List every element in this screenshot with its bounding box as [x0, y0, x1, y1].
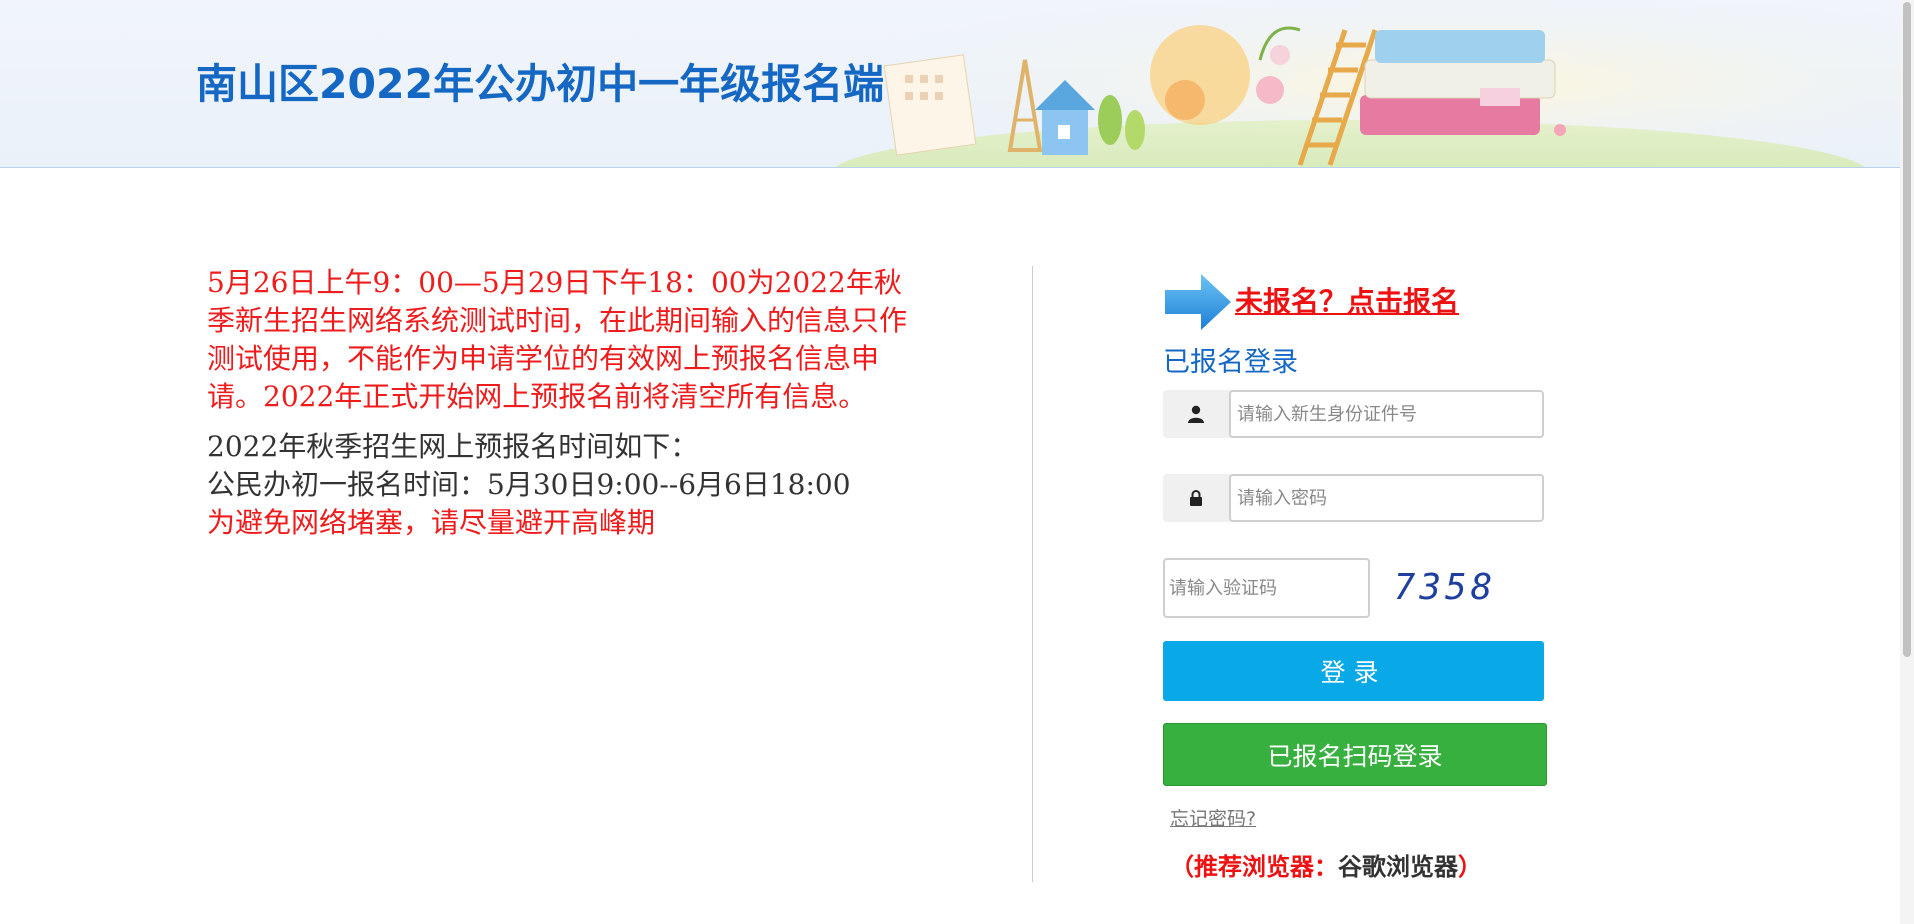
header-illustration [800, 0, 1900, 167]
page: 南山区2022年公办初中一年级报名端 5月26日上午9：00—5月29日下午18… [0, 0, 1914, 924]
captcha-image[interactable]: 7358 [1385, 560, 1505, 615]
id-input-group [1163, 390, 1544, 438]
arrow-right-icon [1165, 274, 1231, 330]
forgot-password-link[interactable]: 忘记密码? [1170, 804, 1256, 831]
vertical-divider [1032, 266, 1033, 882]
captcha-code: 7358 [1393, 567, 1497, 608]
register-link[interactable]: 未报名？点击报名 [1235, 280, 1459, 320]
page-title: 南山区2022年公办初中一年级报名端 [196, 60, 885, 108]
user-icon [1163, 390, 1229, 438]
page-scrollbar[interactable] [1900, 0, 1914, 924]
login-heading: 已报名登录 [1163, 347, 1298, 378]
congestion-tip: 为避免网络堵塞，请尽量避开高峰期 [207, 506, 656, 539]
login-button[interactable]: 登录 [1163, 641, 1544, 701]
tip-close-paren: ） [1458, 853, 1482, 881]
tip-open-paren: （ [1170, 853, 1194, 881]
header-banner: 南山区2022年公办初中一年级报名端 [0, 0, 1900, 168]
captcha-input[interactable] [1163, 558, 1370, 618]
test-period-notice: 5月26日上午9：00—5月29日下午18：00为2022年秋季新生招生网络系统… [207, 266, 908, 413]
browser-recommendation: （推荐浏览器：谷歌浏览器） [1170, 847, 1482, 882]
lock-icon [1163, 474, 1229, 522]
id-number-input[interactable] [1229, 390, 1544, 438]
password-input[interactable] [1229, 474, 1544, 522]
schedule-intro: 2022年秋季招生网上预报名时间如下： [207, 430, 699, 463]
password-input-group [1163, 474, 1544, 522]
schedule-time: 公民办初一报名时间：5月30日9:00--6月6日18:00 [207, 468, 851, 501]
scan-login-button[interactable]: 已报名扫码登录 [1163, 723, 1547, 786]
scrollbar-thumb[interactable] [1903, 2, 1911, 657]
notice-panel: 5月26日上午9：00—5月29日下午18：00为2022年秋季新生招生网络系统… [207, 264, 907, 542]
tip-label: 推荐浏览器： [1194, 853, 1338, 881]
tip-browser-name: 谷歌浏览器 [1338, 853, 1458, 881]
